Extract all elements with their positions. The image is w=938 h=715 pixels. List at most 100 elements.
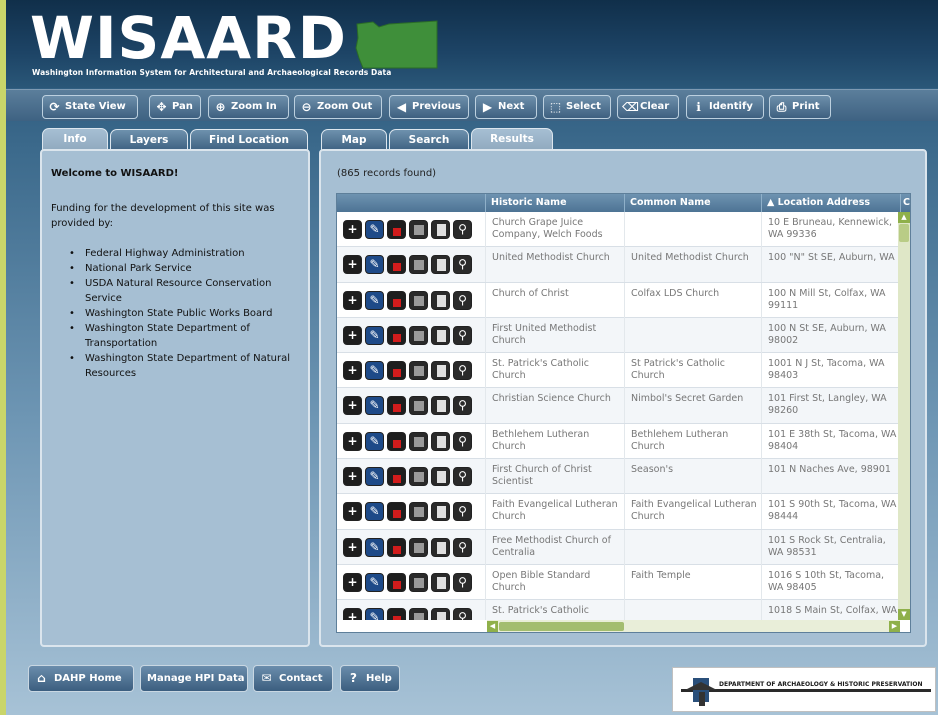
edit-record-icon[interactable]: ✎ [365,290,384,310]
header-common-name[interactable]: Common Name [624,194,761,212]
add-record-icon[interactable]: + [343,431,362,451]
zoom-to-record-icon[interactable]: ⚲ [453,255,472,275]
help-button[interactable]: ? Help [340,665,400,692]
edit-record-icon[interactable]: ✎ [365,325,384,345]
zoom-to-record-icon[interactable]: ⚲ [453,537,472,557]
record-report-icon[interactable] [431,220,450,239]
record-detail-icon[interactable] [409,608,428,620]
add-record-icon[interactable]: + [343,290,362,310]
scroll-down-icon[interactable]: ▼ [898,609,910,620]
table-row[interactable]: + ✎ ⚲ Church of Christ Colfax LDS Church 100 … [337,282,900,318]
table-row[interactable]: + ✎ ⚲ Faith Evangelical Lutheran Church Fait… [337,494,900,530]
zoom-to-record-icon[interactable]: ⚲ [453,608,472,620]
add-record-icon[interactable]: + [343,325,362,345]
record-detail-icon[interactable] [409,467,428,487]
vertical-scrollbar[interactable]: ▲ ▼ [898,212,910,620]
scroll-left-icon[interactable]: ◀ [487,621,498,632]
zoom-to-record-icon[interactable]: ⚲ [453,325,472,345]
delete-record-icon[interactable] [387,290,406,310]
record-detail-icon[interactable] [409,431,428,451]
vertical-scroll-thumb[interactable] [899,224,909,242]
tab-find-location[interactable]: Find Location [190,129,308,151]
table-row[interactable]: + ✎ ⚲ Church Grape Juice Company, Welch Foo… [337,212,900,248]
add-record-icon[interactable]: + [343,572,362,592]
select-button[interactable]: ⬚ Select [543,95,611,119]
table-row[interactable]: + ✎ ⚲ First United Methodist Church 100 N St… [337,317,900,354]
scroll-right-icon[interactable]: ▶ [889,621,900,632]
add-record-icon[interactable]: + [343,396,362,416]
delete-record-icon[interactable] [387,537,406,557]
header-location-address[interactable]: ▲ Location Address [761,194,900,212]
record-report-icon[interactable] [431,572,450,592]
record-report-icon[interactable] [431,396,450,416]
add-record-icon[interactable]: + [343,220,362,239]
contact-button[interactable]: ✉ Contact [253,665,333,692]
record-report-icon[interactable] [431,431,450,451]
zoom-to-record-icon[interactable]: ⚲ [453,467,472,487]
state-view-button[interactable]: ⟳ State View [42,95,138,119]
header-historic-name[interactable]: Historic Name [485,194,624,212]
table-row[interactable]: + ✎ ⚲ St. Patrick's Catholic 1018 S Main St,… [337,600,900,620]
header-next-column[interactable]: C [900,194,910,212]
zoom-to-record-icon[interactable]: ⚲ [453,396,472,416]
edit-record-icon[interactable]: ✎ [365,361,384,381]
tab-info[interactable]: Info [42,128,108,151]
table-row[interactable]: + ✎ ⚲ Open Bible Standard Church Faith Templ… [337,564,900,601]
pan-button[interactable]: ✥ Pan [149,95,201,119]
table-row[interactable]: + ✎ ⚲ First Church of Christ Scientist Seaso… [337,459,900,495]
add-record-icon[interactable]: + [343,502,362,522]
zoom-to-record-icon[interactable]: ⚲ [453,572,472,592]
identify-button[interactable]: ℹ Identify [686,95,764,119]
table-row[interactable]: + ✎ ⚲ St. Patrick's Catholic Church St Patri… [337,353,900,389]
record-detail-icon[interactable] [409,220,428,239]
delete-record-icon[interactable] [387,431,406,451]
table-row[interactable]: + ✎ ⚲ Bethlehem Lutheran Church Bethlehem Lu… [337,423,900,460]
zoom-to-record-icon[interactable]: ⚲ [453,431,472,451]
scroll-up-icon[interactable]: ▲ [898,212,910,223]
add-record-icon[interactable]: + [343,537,362,557]
record-detail-icon[interactable] [409,361,428,381]
tab-map[interactable]: Map [321,129,387,151]
table-row[interactable]: + ✎ ⚲ United Methodist Church United Methodi… [337,247,900,283]
record-detail-icon[interactable] [409,572,428,592]
edit-record-icon[interactable]: ✎ [365,255,384,275]
record-detail-icon[interactable] [409,502,428,522]
delete-record-icon[interactable] [387,572,406,592]
delete-record-icon[interactable] [387,361,406,381]
record-detail-icon[interactable] [409,255,428,275]
add-record-icon[interactable]: + [343,467,362,487]
delete-record-icon[interactable] [387,255,406,275]
record-detail-icon[interactable] [409,396,428,416]
record-detail-icon[interactable] [409,290,428,310]
delete-record-icon[interactable] [387,467,406,487]
zoom-in-button[interactable]: ⊕ Zoom In [208,95,289,119]
edit-record-icon[interactable]: ✎ [365,467,384,487]
manage-hpi-data-button[interactable]: Manage HPI Data [140,665,248,692]
record-report-icon[interactable] [431,467,450,487]
edit-record-icon[interactable]: ✎ [365,572,384,592]
tab-results[interactable]: Results [471,128,553,151]
delete-record-icon[interactable] [387,608,406,620]
edit-record-icon[interactable]: ✎ [365,502,384,522]
tab-layers[interactable]: Layers [110,129,188,151]
next-button[interactable]: ▶ Next [475,95,537,119]
add-record-icon[interactable]: + [343,608,362,620]
delete-record-icon[interactable] [387,502,406,522]
record-detail-icon[interactable] [409,325,428,345]
tab-search[interactable]: Search [389,129,469,151]
horizontal-scroll-thumb[interactable] [499,622,624,631]
record-report-icon[interactable] [431,290,450,310]
record-detail-icon[interactable] [409,537,428,557]
horizontal-scrollbar[interactable]: ◀ ▶ [487,620,900,632]
record-report-icon[interactable] [431,325,450,345]
edit-record-icon[interactable]: ✎ [365,608,384,620]
previous-button[interactable]: ◀ Previous [389,95,469,119]
record-report-icon[interactable] [431,502,450,522]
record-report-icon[interactable] [431,361,450,381]
zoom-to-record-icon[interactable]: ⚲ [453,502,472,522]
record-report-icon[interactable] [431,255,450,275]
table-row[interactable]: + ✎ ⚲ Free Methodist Church of Centralia 101… [337,529,900,565]
add-record-icon[interactable]: + [343,361,362,381]
edit-record-icon[interactable]: ✎ [365,396,384,416]
delete-record-icon[interactable] [387,325,406,345]
